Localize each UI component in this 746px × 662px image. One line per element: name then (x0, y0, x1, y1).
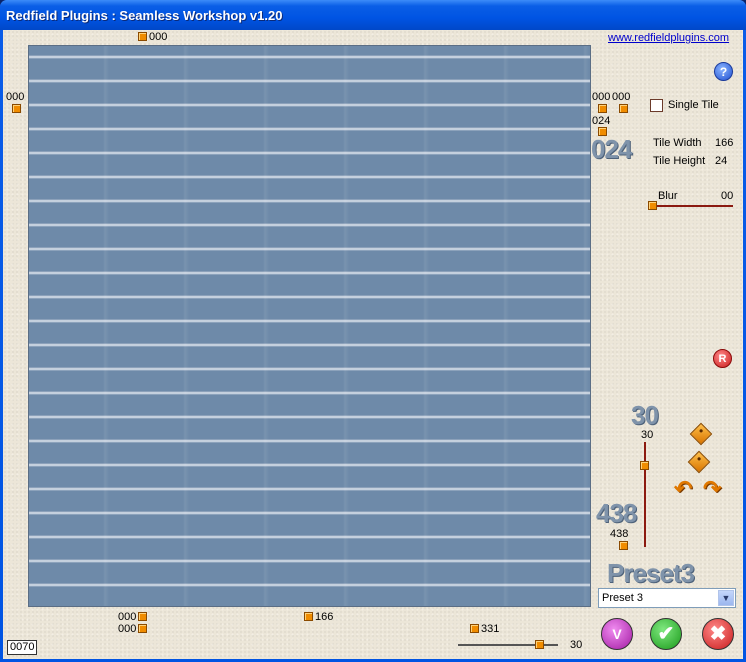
preset-select[interactable]: Preset 3 ▼ (598, 588, 736, 608)
blur-slider-handle[interactable] (648, 201, 657, 210)
random-pattern-icon[interactable] (687, 450, 711, 474)
random-seed-icon[interactable] (689, 422, 713, 446)
right-offset-label-2: 000 (612, 91, 631, 103)
right-offset-handle-2[interactable] (619, 104, 628, 113)
top-offset-handle[interactable] (138, 32, 147, 41)
preset-big-label: Preset3 (607, 558, 695, 588)
texture-preview[interactable] (28, 45, 591, 607)
right-offset-handle-1[interactable] (598, 104, 607, 113)
bottom-slider-handle[interactable] (535, 640, 544, 649)
tile-height-label: Tile Height (653, 155, 706, 167)
right-offset-label-1: 000 (592, 91, 611, 103)
reset-button[interactable]: R (713, 349, 732, 368)
left-offset-label: 000 (6, 91, 25, 103)
blur-label: Blur (658, 190, 678, 202)
left-offset-handle[interactable] (12, 104, 21, 113)
window-title: Redfield Plugins : Seamless Workshop v1.… (6, 8, 283, 23)
help-icon[interactable]: ? (714, 62, 733, 81)
preset-selected-value: Preset 3 (602, 592, 643, 604)
single-tile-label: Single Tile (668, 99, 719, 111)
bottom-slider-value: 30 (570, 639, 583, 651)
cancel-button[interactable]: ✖ (702, 618, 734, 650)
chevron-down-icon[interactable]: ▼ (718, 590, 734, 606)
top-offset-label: 000 (149, 31, 168, 43)
tile-width-handle[interactable] (304, 612, 313, 621)
tile-width-label: Tile Width (653, 137, 702, 149)
param2-big-value: 438 (596, 498, 637, 528)
param1-big-value: 30 (631, 400, 659, 430)
tile-height-value: 24 (715, 155, 728, 167)
right-offset-label-3: 024 (592, 115, 611, 127)
bottom-offset-label-1: 000 (118, 611, 137, 623)
param1-value: 30 (641, 429, 654, 441)
param1-slider-track[interactable] (644, 442, 646, 547)
bottom-offset-handle-2[interactable] (138, 624, 147, 633)
website-link[interactable]: www.redfieldplugins.com (608, 32, 729, 44)
bottom-offset-handle-1[interactable] (138, 612, 147, 621)
rotate-left-icon[interactable]: ↶ (674, 476, 692, 502)
bottom-offset-handle-3[interactable] (470, 624, 479, 633)
rotate-right-icon[interactable]: ↷ (703, 476, 721, 502)
tile-width-value: 166 (715, 137, 734, 149)
plugin-window: Redfield Plugins : Seamless Workshop v1.… (0, 0, 746, 662)
frame-counter: 0070 (7, 640, 38, 655)
client-area: www.redfieldplugins.com ? 000 000 000 00… (3, 30, 743, 659)
param1-slider-handle[interactable] (640, 461, 649, 470)
bottom-offset-label-3: 331 (481, 623, 500, 635)
bottom-offset-label-2: 000 (118, 623, 137, 635)
param2-slider-handle[interactable] (619, 541, 628, 550)
ok-button[interactable]: ✔ (650, 618, 682, 650)
tile-big-value: 024 (591, 134, 632, 164)
tile-width-marker-label: 166 (315, 611, 334, 623)
single-tile-checkbox[interactable] (650, 99, 663, 112)
title-bar: Redfield Plugins : Seamless Workshop v1.… (0, 0, 746, 30)
blur-value: 00 (721, 190, 734, 202)
blur-slider-track[interactable] (653, 205, 733, 207)
param2-value: 438 (610, 528, 629, 540)
randomize-button[interactable]: V (601, 618, 633, 650)
